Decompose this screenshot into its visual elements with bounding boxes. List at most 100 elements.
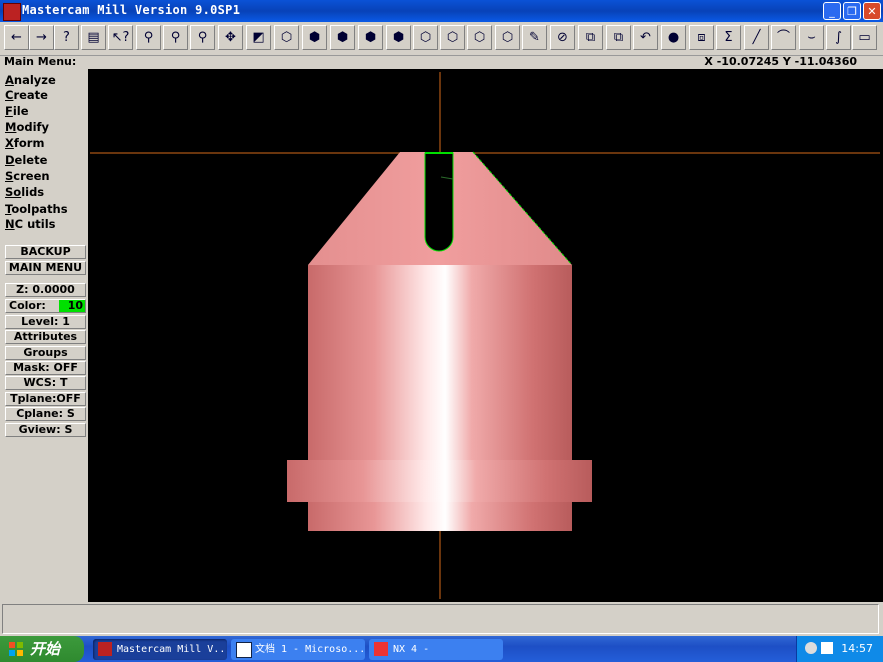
menu-label: reate [13,88,48,102]
context-help-icon[interactable]: ↖? [108,25,133,50]
cube-front-icon[interactable]: ⬢ [330,25,355,50]
minimize-button[interactable]: _ [823,2,841,20]
windows-flag-icon [9,642,23,656]
task-label: 文档 1 - Microso... [255,644,365,655]
menu-item-modify[interactable]: Modify [5,120,49,134]
rotate-cube-icon[interactable]: ⬡ [274,25,299,50]
color-label: Color: [9,299,46,312]
menu-item-xform[interactable]: Xform [5,136,44,150]
no-entry-icon[interactable]: ⊘ [550,25,575,50]
arrange-icon[interactable]: ⧉ [578,25,603,50]
wcs-button[interactable]: WCS: T [5,376,86,390]
transform-icon[interactable]: ⧈ [689,25,714,50]
window-title: Mastercam Mill Version 9.0SP1 [22,3,241,17]
menu-label: elete [14,153,48,167]
level-button[interactable]: Level: 1 [5,315,86,329]
graphics-viewport[interactable] [88,69,883,602]
cube-blue-1-icon[interactable]: ⬡ [413,25,438,50]
menu-hotkey: F [5,104,13,118]
menu-hotkey: So [5,185,22,199]
mastercam-app-icon[interactable] [3,3,21,21]
main-toolbar: ← →? ▤ ↖? ⚲ ⚲ ⚲ ✥ ◩ ⬡ ⬢ ⬢ ⬢ ⬢ ⬡ ⬡ ⬡ ⬡ ✎ ⊘ ⧉ ⧉ ↶ ● ⧈ Σ ╱ ⌒ ⌣ ∫ ▭ [0,22,883,56]
word-document-icon [236,642,252,658]
nx-icon [374,642,388,656]
pan-icon[interactable]: ✥ [218,25,243,50]
attributes-button[interactable]: Attributes [5,330,86,344]
menu-item-screen[interactable]: Screen [5,169,50,183]
menu-item-analyze[interactable]: Analyze [5,73,56,87]
tray-network-icon[interactable] [805,642,817,654]
menu-item-create[interactable]: Create [5,88,48,102]
menu-label: form [13,136,45,150]
menu-item-delete[interactable]: Delete [5,153,47,167]
gview-button[interactable]: Gview: S [5,423,86,437]
select-window-icon[interactable]: ◩ [246,25,271,50]
z-depth-button[interactable]: Z: 0.0000 [5,283,86,297]
fillet-icon[interactable]: ⌣ [799,25,824,50]
menu-label: lids [21,185,45,199]
menu-item-file[interactable]: File [5,104,29,118]
tplane-button[interactable]: Tplane:OFF [5,392,86,406]
close-button[interactable]: ✕ [863,2,881,20]
cplane-button[interactable]: Cplane: S [5,407,86,421]
main-menu-button[interactable]: MAIN MENU [5,261,86,275]
menu-hotkey: N [5,217,15,231]
sigma-icon[interactable]: Σ [716,25,741,50]
sidebar: Analyze Create File Modify Xform Delete Screen… [0,69,88,602]
rectangle-icon[interactable]: ▭ [852,25,877,50]
color-button[interactable]: Color: 10 [5,299,86,313]
forward-arrow-icon[interactable]: → [29,25,54,50]
menu-label: creen [13,169,50,183]
restore-button[interactable]: ❐ [843,2,861,20]
layers-icon[interactable]: ⧉ [606,25,631,50]
menu-label: nalyze [13,73,56,87]
system-tray: 14:57 [796,636,883,662]
file-cabinet-icon[interactable]: ▤ [81,25,106,50]
zoom-icon[interactable]: ⚲ [163,25,188,50]
slot-cut [424,152,454,252]
menu-item-nc-utils[interactable]: NC utils [5,217,55,231]
back-arrow-icon[interactable]: ← [4,25,29,50]
color-swatch: 10 [59,300,85,312]
cube-top-icon[interactable]: ⬢ [302,25,327,50]
zoom-window-icon[interactable]: ⚲ [136,25,161,50]
help-icon[interactable]: ? [54,25,79,50]
menu-label: oolpaths [11,202,68,216]
main-menu-heading: Main Menu: [4,55,77,68]
task-label: Mastercam Mill V... [117,644,227,655]
task-word[interactable]: 文档 1 - Microso... [231,639,365,660]
tray-volume-icon[interactable] [821,642,833,654]
line-icon[interactable]: ╱ [744,25,769,50]
zoom-fit-icon[interactable]: ⚲ [190,25,215,50]
backup-button[interactable]: BACKUP [5,245,86,259]
menu-label: C utils [14,217,56,231]
sphere-icon[interactable]: ● [661,25,686,50]
status-line: Main Menu: X -10.07245 Y -11.04360 [0,55,883,69]
arc-icon[interactable]: ⌒ [771,25,796,50]
cube-side-icon[interactable]: ⬢ [358,25,383,50]
menu-hotkey: X [5,136,14,150]
cube-blue-2-icon[interactable]: ⬡ [440,25,465,50]
spline-icon[interactable]: ∫ [826,25,851,50]
taskbar: 开始 Mastercam Mill V... 文档 1 - Microso...… [0,636,883,662]
cursor-coordinates: X -10.07245 Y -11.04360 [704,55,857,68]
menu-hotkey: A [5,73,14,87]
undo-icon[interactable]: ↶ [633,25,658,50]
mastercam-task-icon [98,642,112,656]
start-button[interactable]: 开始 [0,636,84,662]
start-label: 开始 [30,640,61,658]
collar-flange [287,460,592,502]
cube-iso-icon[interactable]: ⬢ [386,25,411,50]
mask-button[interactable]: Mask: OFF [5,361,86,375]
cube-blue-4-icon[interactable]: ⬡ [495,25,520,50]
menu-item-solids[interactable]: Solids [5,185,44,199]
groups-button[interactable]: Groups [5,346,86,360]
prompt-field[interactable] [2,604,879,634]
menu-item-toolpaths[interactable]: Toolpaths [5,202,68,216]
pencil-icon[interactable]: ✎ [522,25,547,50]
cube-blue-3-icon[interactable]: ⬡ [467,25,492,50]
task-nx[interactable]: NX 4 - [369,639,503,660]
prompt-area [0,602,883,636]
menu-hotkey: M [5,120,17,134]
task-mastercam[interactable]: Mastercam Mill V... [93,639,227,660]
